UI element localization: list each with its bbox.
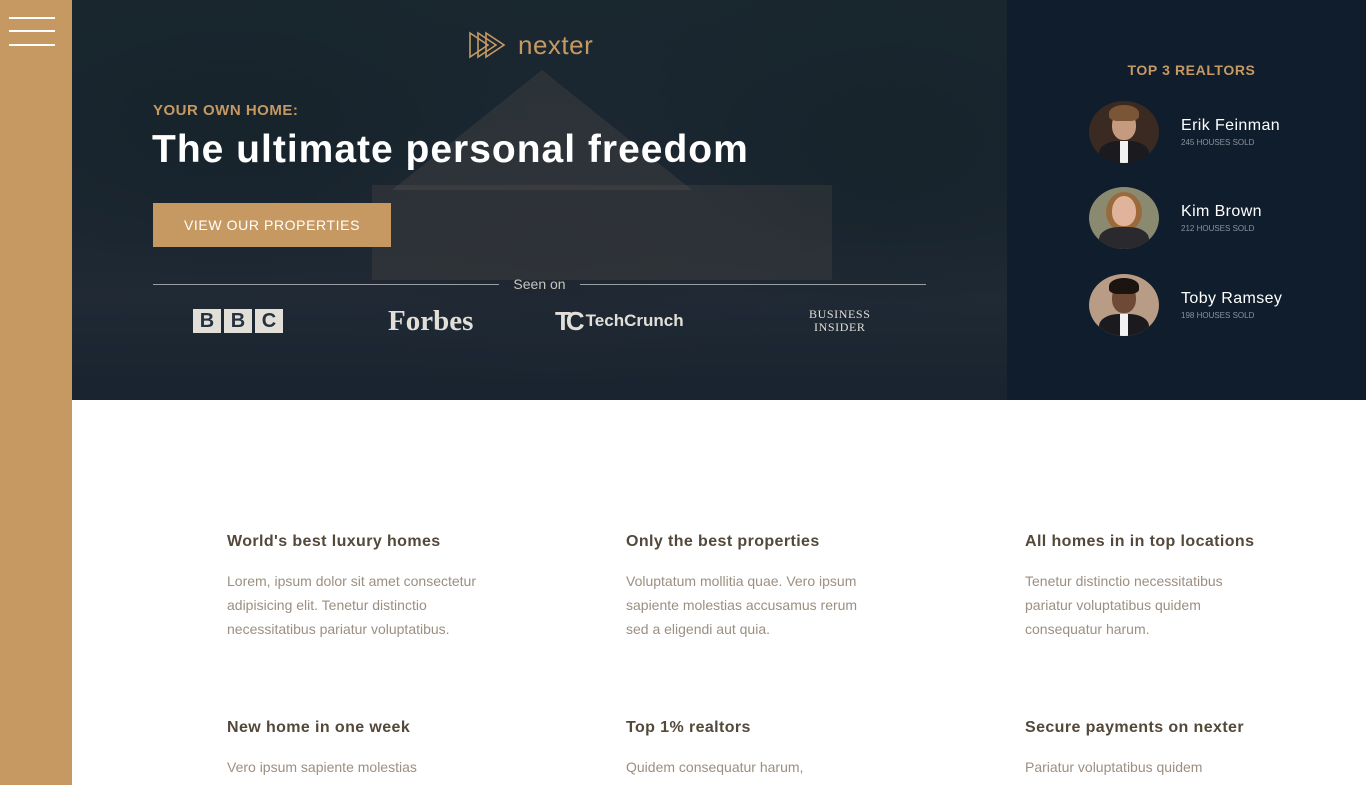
- hero-section: nexter Your own home: The ultimate perso…: [72, 0, 1007, 400]
- divider-line: [579, 283, 927, 285]
- techcrunch-mark: TC: [555, 305, 585, 336]
- hamburger-menu-icon[interactable]: [9, 17, 55, 49]
- feature-text: Quidem consequatur harum,: [626, 759, 804, 775]
- divider-line: [153, 283, 500, 285]
- avatar-suit: [1099, 227, 1149, 249]
- realtors-title: Top 3 realtors: [1127, 62, 1256, 78]
- realtor-name: Kim Brown: [1181, 203, 1262, 220]
- feature-title: Only the best properties: [626, 533, 820, 550]
- seen-on-label: Seen on: [513, 276, 566, 292]
- forbes-logo: Forbes: [388, 304, 474, 337]
- feature-title: New home in one week: [227, 719, 411, 736]
- bbc-logo: B B C: [193, 306, 283, 336]
- realtor-houses-sold: 245 houses sold: [1181, 138, 1255, 147]
- seen-on-divider: Seen on: [153, 274, 927, 294]
- avatar-shirt: [1120, 314, 1128, 336]
- menu-line: [9, 30, 55, 32]
- avatar-shirt: [1120, 141, 1128, 163]
- feature-title: Secure payments on nexter: [1025, 719, 1244, 736]
- feature-text: Lorem, ipsum dolor sit amet consectetur …: [227, 573, 476, 637]
- feature-item: Only the best properties Voluptatum moll…: [626, 533, 916, 641]
- house-image-body: [372, 185, 832, 280]
- business-insider-line: Insider: [813, 320, 866, 334]
- bbc-letter: B: [193, 309, 221, 333]
- play-triangles-icon: [469, 31, 506, 59]
- realtor-item[interactable]: Erik Feinman 245 houses sold: [1089, 101, 1280, 163]
- menu-line: [9, 44, 55, 46]
- realtor-name: Erik Feinman: [1181, 117, 1281, 134]
- feature-text: Voluptatum mollitia quae. Vero ipsum sap…: [626, 573, 858, 637]
- realtor-info: Kim Brown 212 houses sold: [1181, 203, 1262, 233]
- nexter-logo[interactable]: nexter: [468, 28, 593, 62]
- avatar: [1089, 187, 1159, 249]
- feature-item: Top 1% realtors Quidem consequatur harum…: [626, 719, 916, 779]
- feature-text: Vero ipsum sapiente molestias: [227, 759, 417, 775]
- techcrunch-logo: TC TechCrunch: [555, 306, 684, 336]
- realtor-houses-sold: 198 houses sold: [1181, 311, 1255, 320]
- feature-title: Top 1% realtors: [626, 719, 751, 736]
- feature-title: World's best luxury homes: [227, 533, 441, 550]
- feature-text: Tenetur distinctio necessitatibus pariat…: [1025, 573, 1223, 637]
- realtor-item[interactable]: Kim Brown 212 houses sold: [1089, 187, 1262, 249]
- feature-item: Secure payments on nexter Pariatur volup…: [1025, 719, 1315, 779]
- view-properties-button[interactable]: View our properties: [153, 203, 391, 247]
- sidebar: [0, 0, 72, 785]
- realtor-info: Toby Ramsey 198 houses sold: [1181, 290, 1282, 320]
- realtor-info: Erik Feinman 245 houses sold: [1181, 117, 1280, 147]
- realtors-panel: Top 3 realtors Erik Feinman 245 houses s…: [1007, 0, 1366, 400]
- avatar-face: [1112, 196, 1136, 226]
- logo-text: nexter: [518, 29, 594, 60]
- bbc-letter: B: [224, 309, 252, 333]
- menu-line: [9, 17, 55, 19]
- avatar-hair: [1109, 278, 1139, 294]
- avatar-hair: [1109, 105, 1139, 121]
- hero-subtitle: Your own home:: [153, 102, 299, 119]
- realtor-name: Toby Ramsey: [1181, 290, 1283, 307]
- realtor-houses-sold: 212 houses sold: [1181, 224, 1255, 233]
- feature-item: World's best luxury homes Lorem, ipsum d…: [227, 533, 517, 641]
- avatar: [1089, 274, 1159, 336]
- bbc-letter: C: [255, 309, 283, 333]
- feature-item: New home in one week Vero ipsum sapiente…: [227, 719, 517, 779]
- realtor-item[interactable]: Toby Ramsey 198 houses sold: [1089, 274, 1282, 336]
- hero-title: The ultimate personal freedom: [152, 128, 749, 171]
- business-insider-logo: Business Insider: [809, 306, 870, 336]
- techcrunch-wordmark: TechCrunch: [585, 311, 684, 330]
- feature-item: All homes in in top locations Tenetur di…: [1025, 533, 1315, 641]
- feature-title: All homes in in top locations: [1025, 533, 1255, 550]
- avatar: [1089, 101, 1159, 163]
- feature-text: Pariatur voluptatibus quidem: [1025, 759, 1203, 775]
